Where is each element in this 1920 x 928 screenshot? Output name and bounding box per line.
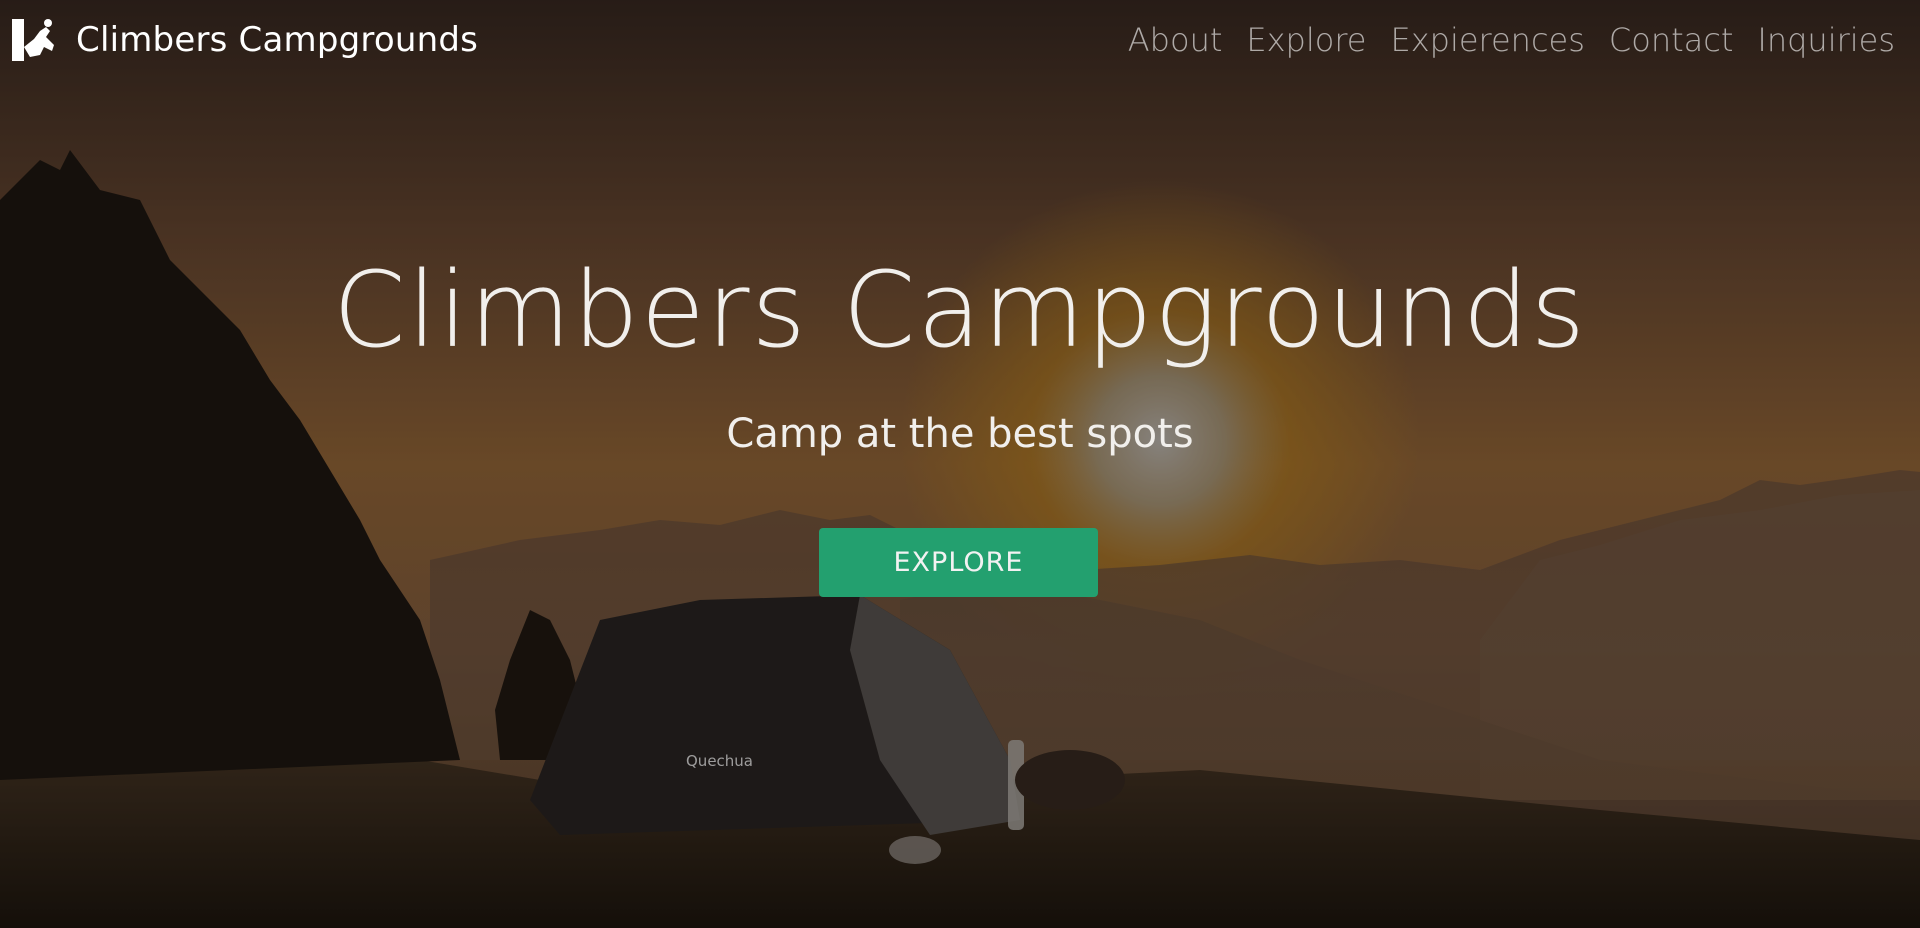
nav-link-about[interactable]: About: [1128, 21, 1223, 59]
explore-button[interactable]: EXPLORE: [819, 528, 1098, 597]
nav-link-contact[interactable]: Contact: [1609, 21, 1734, 59]
hero-title: Climbers Campgrounds: [333, 249, 1587, 371]
hero-background-image: [0, 0, 1920, 928]
tent-brand-label: Quechua: [686, 752, 753, 770]
hero-subtitle: Camp at the best spots: [726, 411, 1194, 457]
climber-logo-icon: [12, 19, 54, 61]
nav-link-inquiries[interactable]: Inquiries: [1757, 21, 1895, 59]
hero-section: Climbers Campgrounds About Explore Expie…: [0, 0, 1920, 928]
nav-link-explore[interactable]: Explore: [1246, 21, 1366, 59]
nav-links: About Explore Expierences Contact Inquir…: [1104, 21, 1895, 59]
brand-link[interactable]: Climbers Campgrounds: [10, 17, 478, 63]
top-navbar: Climbers Campgrounds About Explore Expie…: [0, 0, 1920, 80]
brand-name: Climbers Campgrounds: [76, 20, 479, 60]
nav-link-experiences[interactable]: Expierences: [1390, 21, 1584, 59]
